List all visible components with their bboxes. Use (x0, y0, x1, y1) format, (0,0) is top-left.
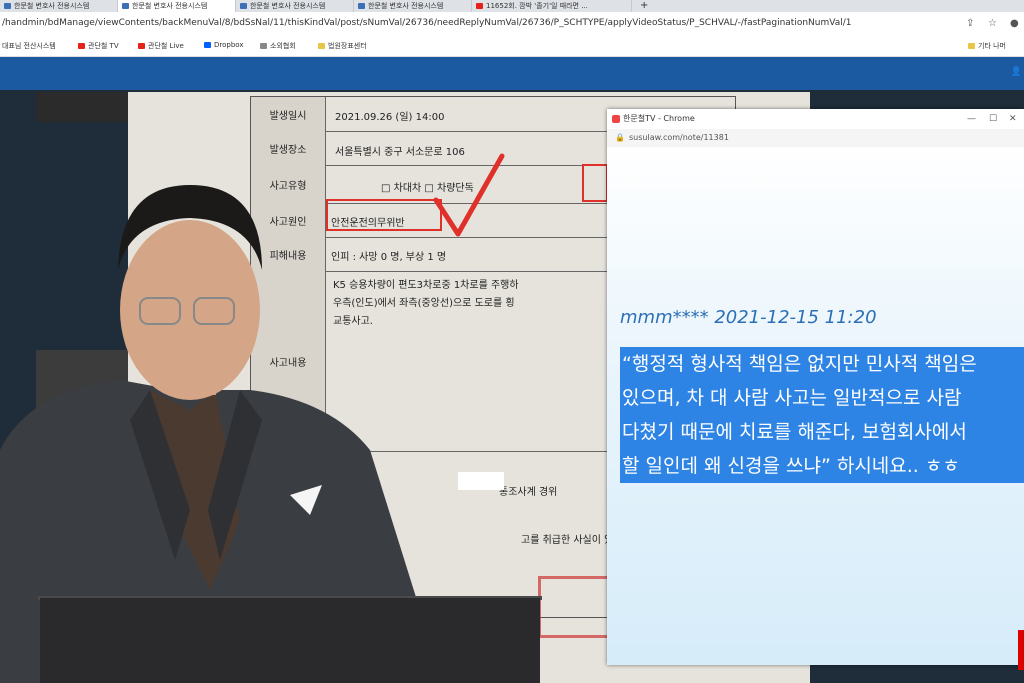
dropbox-icon (204, 42, 211, 48)
bookmark-label: 대표님 전산시스템 (2, 42, 56, 50)
app-header: 👤 (0, 57, 1024, 90)
maximize-icon[interactable]: ☐ (989, 109, 997, 129)
footer-text: 통조사계 경위 (499, 487, 558, 498)
bookmark-label: Dropbox (214, 41, 244, 49)
red-checkmark-icon (433, 153, 505, 237)
tab-label: 한문철 변호사 전용시스템 (132, 2, 208, 10)
site-icon (260, 43, 267, 49)
popup-title-bar: 한문철TV - Chrome — ☐ ✕ (607, 109, 1024, 130)
folder-icon (968, 43, 975, 49)
browser-tab-active[interactable]: 한문철 변호사 전용시스템 (118, 0, 236, 12)
browser-tab[interactable]: 11652회. 깜박 '졸기'일 때라면 ... (472, 0, 632, 12)
bookmark-label: 법원장표센터 (328, 42, 367, 50)
bookmarks-bar: 대표님 전산시스템 관단철 TV 관단철 Live Dropbox 소외협회 법… (0, 36, 1024, 57)
youtube-icon (138, 43, 145, 49)
bookmark-item[interactable]: 대표님 전산시스템 (2, 41, 56, 51)
highlight-box (582, 164, 608, 202)
tab-label: 한문철 변호사 전용시스템 (368, 2, 444, 10)
bookmark-item[interactable]: 관단철 TV (78, 41, 119, 51)
bookmark-star-icon[interactable]: ☆ (988, 18, 997, 29)
popup-browser-window[interactable]: 한문철TV - Chrome — ☐ ✕ 🔒 susulaw.com/note/… (607, 109, 1024, 665)
share-icon[interactable]: ⇪ (966, 18, 974, 29)
comment-author: mmm**** 2021-12-15 11:20 (620, 307, 877, 328)
edge-marker (1018, 630, 1024, 670)
close-icon[interactable]: ✕ (1009, 109, 1017, 129)
quote-line: “행정적 형사적 책임은 없지만 민사적 책임은 (620, 347, 1024, 381)
bookmark-label: 관단철 Live (148, 42, 184, 50)
site-favicon-icon (358, 3, 365, 9)
user-icon[interactable]: 👤 (1011, 67, 1022, 77)
tab-label: 한문철 변호사 전용시스템 (14, 2, 90, 10)
quote-line: 할 일인데 왜 신경을 쓰냐” 하시네요.. ㅎㅎ (620, 449, 1024, 483)
bookmark-item[interactable]: 법원장표센터 (318, 41, 367, 51)
profile-icon[interactable]: ● (1010, 18, 1019, 29)
address-bar[interactable]: /handmin/bdManage/viewContents/backMenuV… (0, 12, 1024, 36)
youtube-icon (78, 43, 85, 49)
lock-icon: 🔒 (615, 133, 625, 142)
other-bookmarks[interactable]: 기타 나머 (968, 41, 1006, 51)
site-favicon-icon (240, 3, 247, 9)
minimize-icon[interactable]: — (967, 109, 976, 129)
tab-label: 11652회. 깜박 '졸기'일 때라면 ... (486, 2, 588, 10)
browser-tab[interactable]: 한문철 변호사 전용시스템 (236, 0, 354, 12)
popup-title: 한문철TV - Chrome (623, 114, 695, 123)
bookmark-item[interactable]: 소외협회 (260, 41, 296, 51)
comment-quote: “행정적 형사적 책임은 없지만 민사적 책임은 있으며, 차 대 사람 사고는… (620, 347, 1024, 483)
browser-tab-bar: 한문철 변호사 전용시스템 한문철 변호사 전용시스템 한문철 변호사 전용시스… (0, 0, 1024, 12)
site-favicon-icon (4, 3, 11, 9)
official-stamp (538, 576, 614, 638)
laptop (40, 598, 540, 683)
favicon-icon (612, 115, 620, 123)
bookmark-label: 소외협회 (270, 42, 296, 50)
bookmark-label: 기타 나머 (978, 42, 1006, 50)
bookmark-item[interactable]: 관단철 Live (138, 41, 184, 51)
presenter (0, 185, 440, 683)
folder-icon (318, 43, 325, 49)
new-tab-button[interactable]: + (640, 0, 648, 12)
url-text[interactable]: /handmin/bdManage/viewContents/backMenuV… (2, 18, 851, 28)
quote-line: 있으며, 차 대 사람 사고는 일반적으로 사람 (620, 381, 1024, 415)
site-favicon-icon (122, 3, 129, 9)
bookmark-item[interactable]: Dropbox (204, 41, 244, 49)
tab-label: 한문철 변호사 전용시스템 (250, 2, 326, 10)
quote-line: 다쳤기 때문에 치료를 해준다, 보험회사에서 (620, 415, 1024, 449)
redaction-box (458, 472, 504, 490)
bookmark-label: 관단철 TV (88, 42, 119, 50)
browser-tab[interactable]: 한문철 변호사 전용시스템 (0, 0, 118, 12)
popup-url-bar[interactable]: 🔒 susulaw.com/note/11381 (607, 129, 1024, 147)
comment-panel: mmm**** 2021-12-15 11:20 “행정적 형사적 책임은 없지… (607, 147, 1024, 665)
youtube-favicon-icon (476, 3, 483, 9)
popup-url-text: susulaw.com/note/11381 (629, 133, 729, 142)
browser-tab[interactable]: 한문철 변호사 전용시스템 (354, 0, 472, 12)
